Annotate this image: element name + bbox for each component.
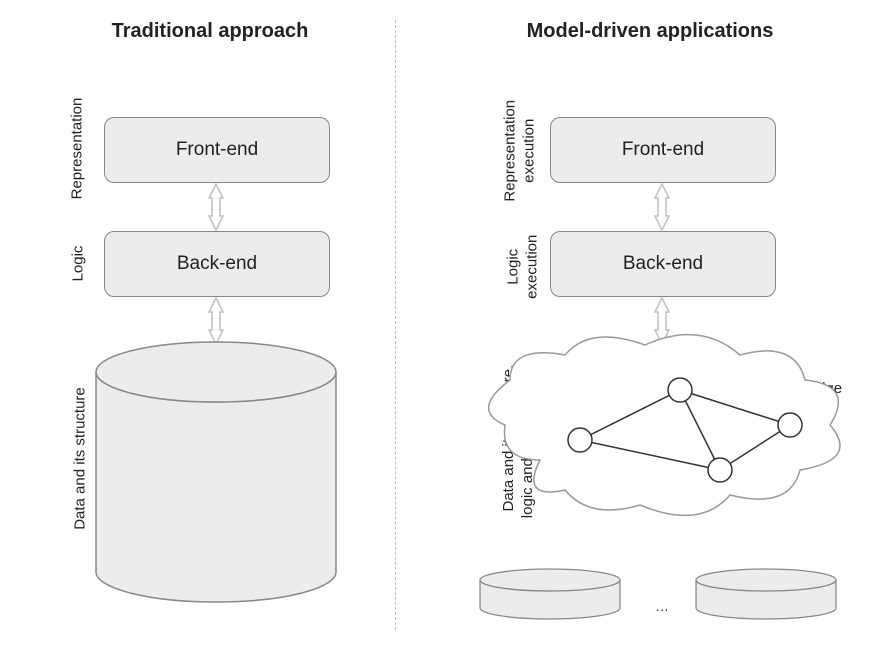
diagram-stage: Traditional approach Model-driven applic… [0, 0, 890, 647]
left-layer-data: Data and its structure [72, 374, 89, 544]
left-database-label: Database [165, 460, 265, 482]
right-backend-label: Back-end [623, 253, 703, 275]
right-layer-data-l2: logic and representation [519, 358, 536, 518]
right-layer-repexec-l2: execution [520, 119, 537, 183]
left-arrow-fe-be [209, 184, 223, 230]
right-layer-logic-exec: Logic execution [504, 227, 542, 307]
left-backend-box: Back-end [104, 231, 330, 297]
svg-overlay [0, 0, 890, 647]
right-frontend-label: Front-end [622, 139, 704, 161]
right-backend-box: Back-end [550, 231, 776, 297]
left-frontend-box: Front-end [104, 117, 330, 183]
right-layer-data-l3: description [537, 402, 554, 475]
left-backend-label: Back-end [177, 253, 257, 275]
db1-label: Database #1 [478, 587, 623, 604]
knowledge-graph-label: Knowledge graph [760, 380, 850, 416]
right-layer-data-desc: Data and its structure, logic and repres… [500, 338, 556, 538]
right-arrow-be-kg [655, 298, 669, 344]
right-layer-logic-l2: execution [523, 235, 540, 299]
kg-label-l2: graph [786, 398, 824, 415]
left-layer-logic: Logic [70, 239, 87, 289]
right-layer-data-l1: Data and its structure, [500, 365, 517, 512]
right-frontend-box: Front-end [550, 117, 776, 183]
right-layer-repexec-l1: Representation [501, 100, 518, 202]
dbn-label: Database #N [694, 587, 839, 604]
right-layer-logic-l1: Logic [504, 249, 521, 285]
left-frontend-label: Front-end [176, 139, 258, 161]
right-arrow-fe-be [655, 184, 669, 230]
left-layer-representation: Representation [69, 89, 86, 209]
right-title: Model-driven applications [470, 20, 830, 43]
left-arrow-be-db [209, 298, 223, 344]
kg-label-l1: Knowledge [768, 380, 842, 397]
divider [395, 20, 396, 630]
left-title: Traditional approach [70, 20, 350, 43]
db-ellipsis: … [655, 598, 669, 614]
right-layer-representation-exec: Representation execution [501, 91, 539, 211]
